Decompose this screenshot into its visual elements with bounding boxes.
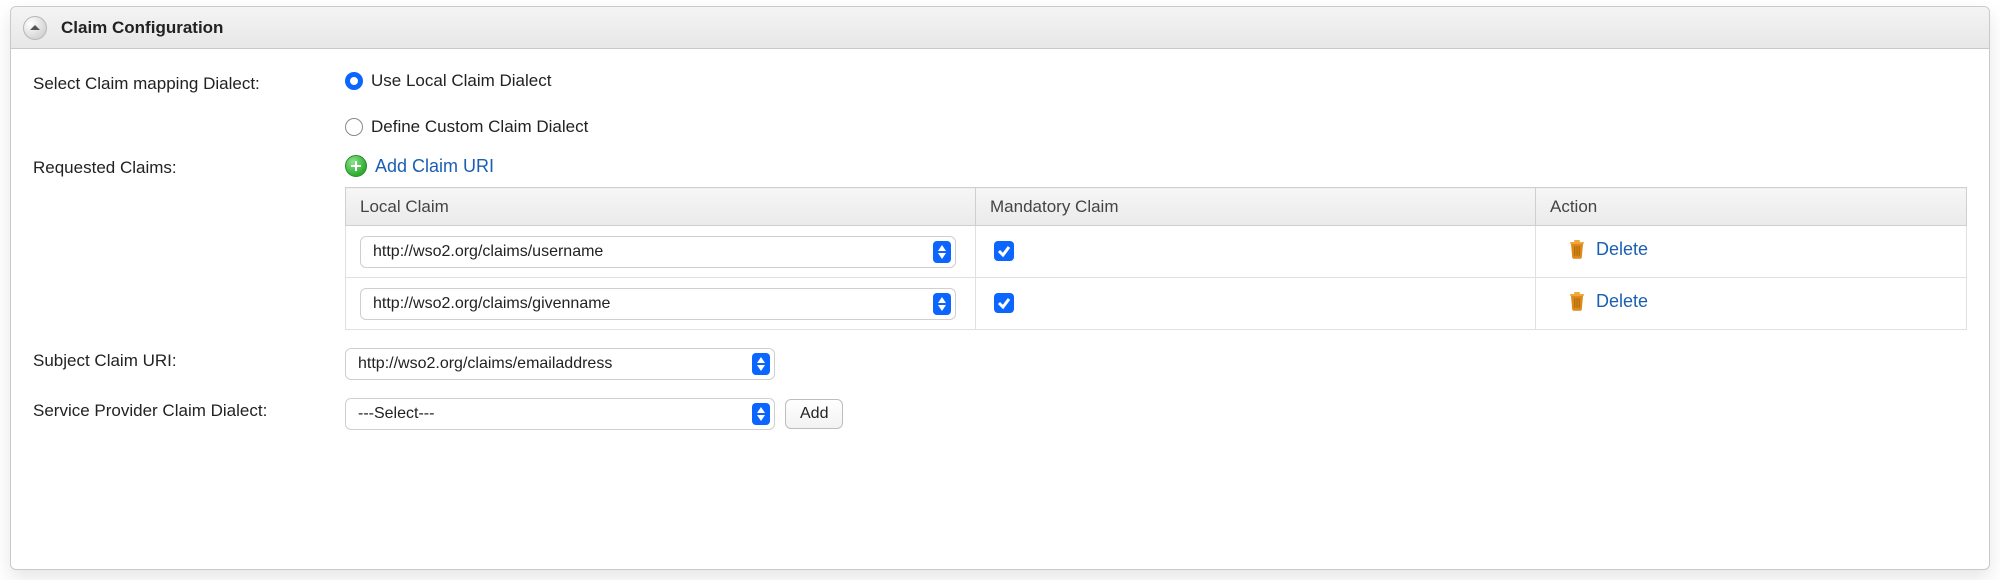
local-claim-value: http://wso2.org/claims/username — [373, 243, 603, 261]
table-row: http://wso2.org/claims/givenname — [346, 278, 1967, 330]
add-claim-uri-label: Add Claim URI — [375, 156, 494, 177]
label-dialect: Select Claim mapping Dialect: — [33, 71, 345, 96]
row-sp-dialect: Service Provider Claim Dialect: ---Selec… — [33, 398, 1967, 430]
claim-config-panel: Claim Configuration Select Claim mapping… — [10, 6, 1990, 570]
label-sp-dialect: Service Provider Claim Dialect: — [33, 398, 345, 423]
local-claim-value: http://wso2.org/claims/givenname — [373, 295, 610, 313]
plus-circle-icon — [345, 155, 367, 177]
th-mandatory: Mandatory Claim — [976, 188, 1536, 226]
delete-label: Delete — [1596, 291, 1648, 312]
th-action: Action — [1536, 188, 1967, 226]
local-claim-select[interactable]: http://wso2.org/claims/username — [360, 236, 956, 268]
updown-icon — [933, 241, 951, 263]
th-local-claim: Local Claim — [346, 188, 976, 226]
sp-dialect-value: ---Select--- — [358, 405, 434, 423]
radio-use-local-label: Use Local Claim Dialect — [371, 71, 551, 91]
mandatory-checkbox[interactable] — [994, 293, 1014, 313]
radio-define-custom[interactable] — [345, 118, 363, 136]
subject-claim-select[interactable]: http://wso2.org/claims/emailaddress — [345, 348, 775, 380]
updown-icon — [752, 403, 770, 425]
panel-header: Claim Configuration — [11, 7, 1989, 49]
radio-define-custom-label: Define Custom Claim Dialect — [371, 117, 588, 137]
subject-claim-value: http://wso2.org/claims/emailaddress — [358, 355, 612, 373]
collapse-toggle[interactable] — [23, 16, 47, 40]
local-claim-select[interactable]: http://wso2.org/claims/givenname — [360, 288, 956, 320]
add-claim-uri-link[interactable]: Add Claim URI — [345, 155, 494, 177]
label-subject: Subject Claim URI: — [33, 348, 345, 373]
mandatory-checkbox[interactable] — [994, 241, 1014, 261]
chevron-up-icon — [29, 22, 41, 34]
updown-icon — [752, 353, 770, 375]
sp-dialect-select[interactable]: ---Select--- — [345, 398, 775, 430]
panel-body: Select Claim mapping Dialect: Use Local … — [11, 49, 1989, 569]
delete-label: Delete — [1596, 239, 1648, 260]
panel-title: Claim Configuration — [61, 18, 223, 38]
delete-claim-button[interactable]: Delete — [1568, 291, 1648, 312]
row-dialect: Select Claim mapping Dialect: Use Local … — [33, 71, 1967, 137]
add-dialect-button[interactable]: Add — [785, 399, 843, 429]
row-requested: Requested Claims: Add Claim URI Local Cl… — [33, 155, 1967, 330]
updown-icon — [933, 293, 951, 315]
radio-use-local[interactable] — [345, 72, 363, 90]
label-requested: Requested Claims: — [33, 155, 345, 180]
table-row: http://wso2.org/claims/username — [346, 226, 1967, 278]
row-subject: Subject Claim URI: http://wso2.org/claim… — [33, 348, 1967, 380]
trash-icon — [1568, 239, 1586, 259]
delete-claim-button[interactable]: Delete — [1568, 239, 1648, 260]
requested-claims-table: Local Claim Mandatory Claim Action http:… — [345, 187, 1967, 330]
trash-icon — [1568, 291, 1586, 311]
